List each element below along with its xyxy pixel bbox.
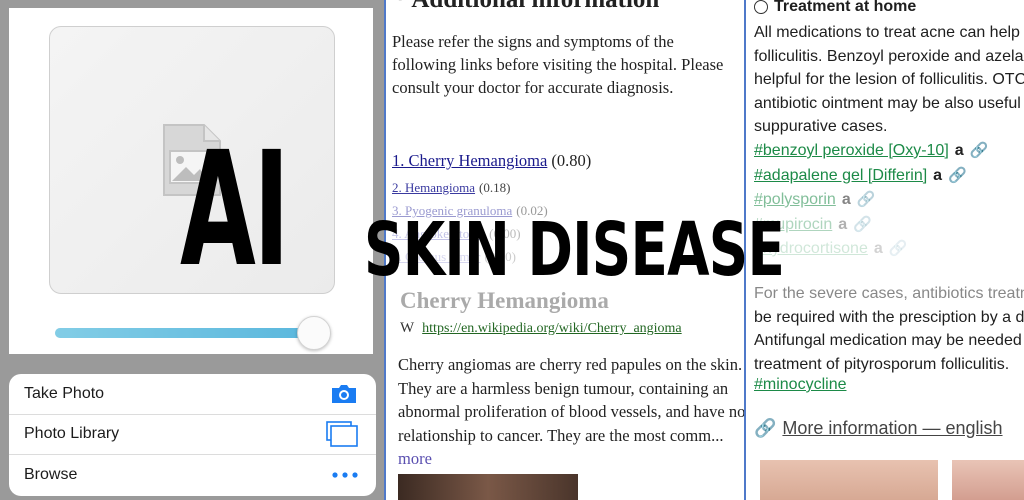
photo-library-label: Photo Library [24,425,120,443]
additional-info-heading: * Additional information [394,0,659,14]
medication-tag: #polysporin a 🔗 [754,188,1024,213]
treatment-heading-label: Treatment at home [774,0,917,15]
take-photo-option[interactable]: Take Photo [9,374,376,415]
link-icon[interactable]: 🔗 [948,167,967,184]
result-score: (0.80) [551,151,592,170]
browse-option[interactable]: Browse [9,455,376,496]
treatment-text: All medications to treat acne can help fo… [754,21,1024,139]
minocycline-tag: #minocycline [754,376,846,394]
medication-tags: #benzoyl peroxide [Oxy-10] a 🔗 #adapalene g… [754,139,1024,262]
medication-link[interactable]: #polysporin [754,191,836,208]
zoom-slider[interactable] [55,316,331,350]
treatment-text-line: suppurative cases. [754,118,888,135]
browse-label: Browse [24,466,78,484]
treatment-text-line: helpful for the lesion of folliculitis. … [754,71,1024,88]
severe-case-line: Antifungal medication may be needed for … [754,332,1024,349]
treatment-panel: Treatment at home All medications to tre… [746,0,1024,500]
link-icon: 🔗 [754,418,777,438]
medication-tag: #adapalene gel [Differin] a 🔗 [754,164,1024,189]
result-link[interactable]: 2. Hemangioma [392,180,475,195]
camera-icon [332,384,356,403]
more-information-link[interactable]: More information — english [782,418,1002,438]
treatment-text-line: All medications to treat acne can help [754,24,1020,41]
wikipedia-icon: W [400,320,415,336]
amazon-icon[interactable]: a [955,142,964,159]
more-information[interactable]: 🔗 More information — english [754,418,1003,439]
severe-case-line: be required with the presciption by a do… [754,308,1024,326]
wikipedia-link[interactable]: https://en.wikipedia.org/wiki/Cherry_ang… [422,321,681,336]
result-item: 1. Cherry Hemangioma (0.80) [392,146,742,176]
article-body: Cherry angiomas are cherry red papules o… [398,353,746,471]
radio-icon[interactable] [754,0,768,14]
wikipedia-source: Whttps://en.wikipedia.org/wiki/Cherry_an… [400,320,682,337]
more-link[interactable]: more [398,449,432,468]
photo-source-action-sheet: Take Photo Photo Library Browse [9,374,376,496]
medication-tag: #benzoyl peroxide [Oxy-10] a 🔗 [754,139,1024,164]
article-body-text: Cherry angiomas are cherry red papules o… [398,355,746,445]
treatment-text-line: folliculitis. Benzoyl peroxide and azela… [754,47,1024,65]
photo-library-icon [326,421,358,448]
link-icon[interactable]: 🔗 [857,191,876,208]
medication-tag: #mupirocin a 🔗 [754,213,1024,238]
link-icon[interactable]: 🔗 [970,142,989,159]
photo-library-option[interactable]: Photo Library [9,415,376,456]
take-photo-label: Take Photo [24,384,105,402]
result-score: (0.18) [479,180,511,195]
overlay-title: SKIN DISEASE [364,207,785,293]
zoom-slider-fill [55,328,314,338]
zoom-slider-thumb[interactable] [297,316,331,350]
lesion-thumbnail[interactable] [952,460,1024,500]
severe-case-line: treatment of pityrosporum folliculitis. [754,355,1010,373]
medication-tag: #hydrocortisone a 🔗 [754,237,1024,262]
more-dots-icon [332,472,358,479]
link-icon[interactable]: 🔗 [889,240,908,257]
treatment-heading[interactable]: Treatment at home [754,0,916,16]
amazon-icon[interactable]: a [838,216,847,233]
intro-text: Please refer the signs and symptoms of t… [392,32,724,97]
minocycline-link[interactable]: #minocycline [754,376,846,393]
result-link[interactable]: 1. Cherry Hemangioma [392,151,547,170]
medication-link[interactable]: #adapalene gel [Differin] [754,167,927,184]
amazon-icon[interactable]: a [874,240,883,257]
treatment-text-line: antibiotic ointment may be also useful i… [754,94,1024,112]
amazon-icon[interactable]: a [842,191,851,208]
severe-case-line: For the severe cases, antibiotics treatm… [754,285,1024,302]
severe-case-text: For the severe cases, antibiotics treatm… [754,282,1024,376]
overlay-ai-text: AI [180,118,290,302]
lesion-thumbnail[interactable] [398,474,578,500]
amazon-icon[interactable]: a [933,167,942,184]
lesion-thumbnail[interactable] [760,460,938,500]
link-icon[interactable]: 🔗 [853,216,872,233]
result-item: 2. Hemangioma (0.18) [392,176,742,199]
medication-link[interactable]: #benzoyl peroxide [Oxy-10] [754,142,949,159]
